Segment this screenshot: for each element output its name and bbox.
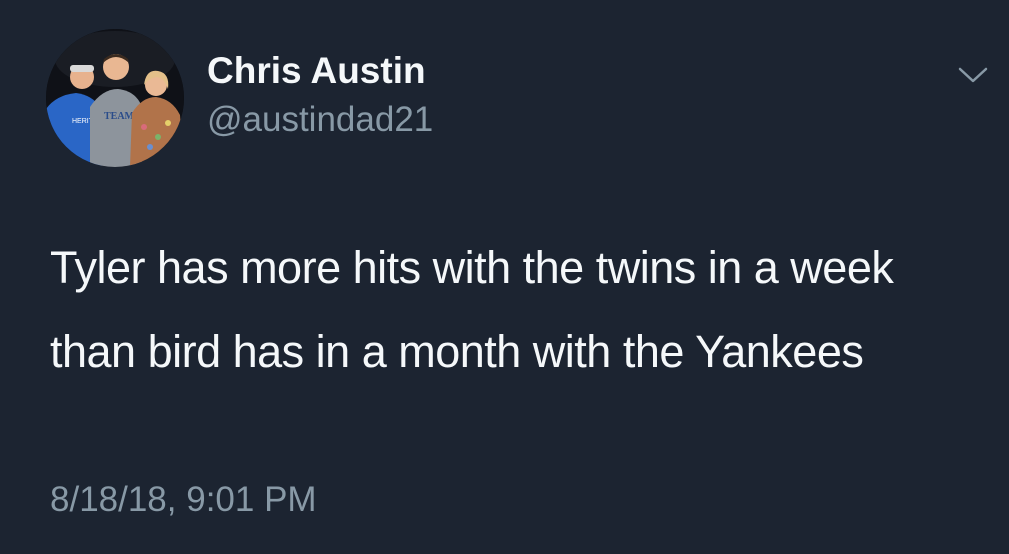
tweet-menu-button[interactable] [955,60,991,90]
author-avatar[interactable]: HERITAGE TEAM [46,29,184,167]
svg-text:TEAM: TEAM [104,111,135,122]
tweet-text: Tyler has more hits with the twins in a … [50,242,894,377]
chevron-down-icon [958,67,988,83]
avatar-photo-icon: HERITAGE TEAM [46,29,184,167]
tweet-timestamp[interactable]: 8/18/18, 9:01 PM [50,478,317,522]
author-handle[interactable]: @austindad21 [207,98,433,142]
author-display-name[interactable]: Chris Austin [207,49,426,93]
